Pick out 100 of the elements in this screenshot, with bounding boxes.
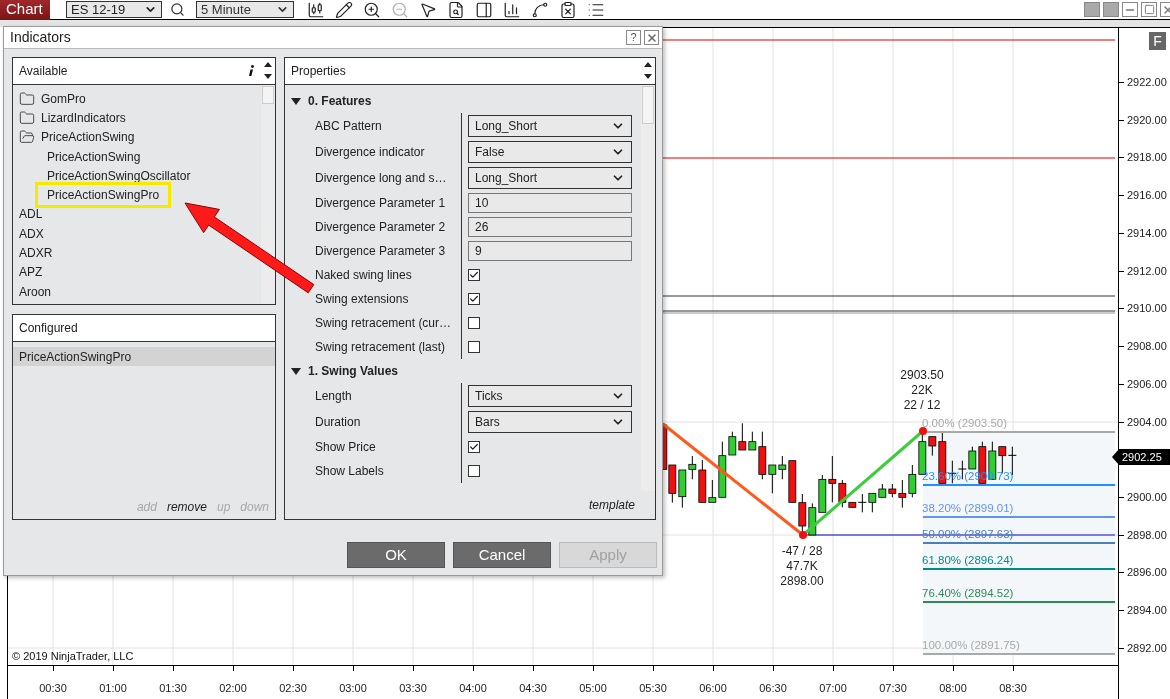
property-label: Divergence Parameter 2 xyxy=(315,219,446,236)
dropdown[interactable]: False xyxy=(468,141,632,163)
time-axis-label: 04:00 xyxy=(458,681,488,696)
pencil-icon[interactable] xyxy=(335,0,353,19)
price-axis-label: 2900.00 xyxy=(1127,490,1167,504)
time-axis-label: 05:30 xyxy=(638,681,668,696)
scrollbar-thumb[interactable] xyxy=(642,86,654,124)
panel-icon[interactable] xyxy=(475,0,493,19)
price-axis-label: 2920.00 xyxy=(1127,112,1167,127)
price-axis-label: 2896.00 xyxy=(1127,565,1167,580)
zoom-in-icon[interactable] xyxy=(363,0,381,19)
candle xyxy=(998,446,1007,474)
dropdown[interactable]: Ticks xyxy=(468,385,632,407)
swing-label: -47 / 28 xyxy=(781,544,823,558)
indicator-list-item[interactable]: PriceActionSwing xyxy=(41,128,135,147)
category-header[interactable]: 0. Features xyxy=(308,92,372,110)
chart-tab[interactable]: Chart xyxy=(0,0,50,20)
checkbox[interactable] xyxy=(468,341,480,353)
checkbox[interactable] xyxy=(468,293,480,305)
property-label: Divergence Parameter 3 xyxy=(315,243,446,260)
fibonacci-label: 38.20% (2899.01) xyxy=(922,502,1014,514)
property-label: Swing retracement (last) xyxy=(315,339,446,356)
line-chart-icon[interactable] xyxy=(531,0,549,19)
interval-dropdown[interactable]: 5 Minute xyxy=(196,1,294,18)
configured-list-item[interactable]: PriceActionSwingPro xyxy=(13,347,275,366)
indicator-list-item[interactable]: LizardIndicators xyxy=(41,108,126,127)
price-axis-label: 2904.00 xyxy=(1127,414,1167,429)
candle xyxy=(818,474,827,513)
dropdown[interactable]: Bars xyxy=(468,411,632,433)
swing-label: 47.7K xyxy=(786,559,818,573)
clipboard-icon[interactable] xyxy=(559,0,577,19)
time-axis-label: 03:00 xyxy=(338,681,368,696)
info-icon[interactable] xyxy=(248,65,254,77)
instrument-dropdown[interactable]: ES 12-19 xyxy=(66,1,162,18)
bar-chart-icon[interactable] xyxy=(503,0,521,19)
indicator-list-item[interactable]: Aroon xyxy=(19,282,52,301)
time-axis-label: 01:30 xyxy=(158,681,188,696)
candle xyxy=(668,464,677,504)
minimize-button[interactable] xyxy=(1122,2,1138,17)
property-label: ABC Pattern xyxy=(315,118,382,135)
scroll-arrows-icon[interactable] xyxy=(264,61,272,81)
indicator-list-item[interactable]: PriceActionSwing xyxy=(47,147,141,166)
price-axis-label: 2914.00 xyxy=(1127,225,1167,240)
scroll-arrows-icon[interactable] xyxy=(644,61,652,81)
time-axis-label: 08:30 xyxy=(998,681,1028,696)
time-axis-label: 05:00 xyxy=(578,681,608,696)
time-axis-label: 06:30 xyxy=(758,681,788,696)
help-button[interactable]: ? xyxy=(626,30,641,45)
indicator-list-item[interactable]: GomPro xyxy=(41,89,86,108)
indicator-list-item[interactable]: PriceActionSwingPro xyxy=(35,182,172,209)
input-field[interactable]: 26 xyxy=(468,217,632,237)
document-search-icon[interactable] xyxy=(447,0,465,19)
category-header[interactable]: 1. Swing Values xyxy=(308,362,399,380)
price-axis-label: 2918.00 xyxy=(1127,150,1167,165)
panel-title: Configured xyxy=(19,320,78,337)
close-icon xyxy=(1162,3,1170,16)
checkbox[interactable] xyxy=(468,441,480,453)
time-axis-label: 07:30 xyxy=(878,681,908,696)
caret-icon[interactable] xyxy=(291,96,301,106)
dropdown[interactable]: Long_Short xyxy=(468,167,632,189)
fibonacci-label: 76.40% (2894.52) xyxy=(922,587,1014,599)
swing-label: 22K xyxy=(911,383,933,397)
dialog-button[interactable]: OK xyxy=(347,542,445,568)
template-link[interactable]: template xyxy=(588,496,635,514)
dialog-button[interactable]: Cancel xyxy=(453,542,551,568)
swing-label: 22 / 12 xyxy=(903,398,941,412)
indicator-list-item[interactable]: ADXR xyxy=(19,244,53,262)
input-field[interactable]: 10 xyxy=(468,193,632,213)
copyright-text: © 2019 NinjaTrader, LLC xyxy=(12,649,134,664)
checkbox[interactable] xyxy=(468,317,480,329)
indicator-list-item[interactable]: APZ xyxy=(19,263,43,282)
search-icon[interactable] xyxy=(170,2,185,17)
close-icon xyxy=(645,31,658,44)
caret-icon[interactable] xyxy=(291,366,301,376)
property-label: Divergence Parameter 1 xyxy=(315,195,446,212)
time-axis-label: 02:30 xyxy=(278,681,308,696)
price-axis-label: 2894.00 xyxy=(1127,603,1167,618)
pointer-icon[interactable] xyxy=(419,0,437,19)
time-axis-label: 00:30 xyxy=(38,681,68,696)
scrollbar-thumb[interactable] xyxy=(262,86,274,104)
checkbox[interactable] xyxy=(468,465,480,477)
f-button[interactable]: F xyxy=(1149,32,1166,50)
property-label: Duration xyxy=(315,414,361,431)
dropdown[interactable]: Long_Short xyxy=(468,115,632,137)
indicator-list-item[interactable]: ADX xyxy=(19,224,44,243)
property-label: Swing extensions xyxy=(315,291,409,308)
input-field[interactable]: 9 xyxy=(468,241,632,261)
maximize-button[interactable] xyxy=(1141,2,1157,17)
time-axis-label: 02:00 xyxy=(218,681,248,696)
action-link[interactable]: remove xyxy=(166,498,207,516)
property-label: Divergence long and s… xyxy=(315,170,447,187)
panel-title: Available xyxy=(19,63,68,80)
property-label: Naked swing lines xyxy=(315,267,412,284)
indicator-list-item[interactable]: PriceActionSwingOscillator xyxy=(47,166,191,185)
swing-label: 2898.00 xyxy=(780,574,824,588)
panel-title: Properties xyxy=(291,63,346,80)
price-axis-label: 2922.00 xyxy=(1127,75,1167,89)
checkbox[interactable] xyxy=(468,269,480,281)
close-button[interactable] xyxy=(644,30,659,45)
candlestick-icon[interactable] xyxy=(307,0,325,19)
